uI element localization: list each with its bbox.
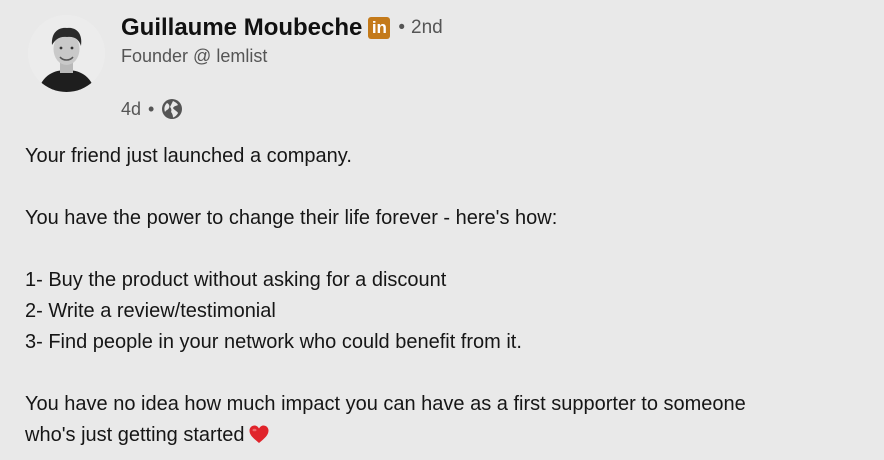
post-line: Your friend just launched a company. <box>25 145 352 167</box>
post-meta: 4d • <box>121 98 183 120</box>
post-body: Your friend just launched a company. You… <box>25 141 875 454</box>
post-line-last: who's just getting started <box>25 420 875 454</box>
post-list-item: 1- Buy the product without asking for a … <box>25 269 447 291</box>
avatar-photo <box>28 15 105 92</box>
post-list-item: 2- Write a review/testimonial <box>25 300 276 322</box>
post-time[interactable]: 4d <box>121 99 141 120</box>
author-headline: Founder @ lemlist <box>121 46 268 66</box>
linkedin-premium-badge-icon: in <box>368 17 391 39</box>
post-line: You have the power to change their life … <box>25 207 558 229</box>
meta-separator: • <box>148 98 155 119</box>
connection-degree: • 2nd <box>398 17 442 39</box>
globe-icon <box>161 98 183 120</box>
post-list-item: 3- Find people in your network who could… <box>25 331 522 353</box>
feed-post: Guillaume Moubeche in • 2nd Founder @ lem… <box>0 0 884 460</box>
red-heart-icon <box>249 423 269 454</box>
post-line-text: who's just getting started <box>25 424 245 446</box>
post-line: You have no idea how much impact you can… <box>25 393 746 415</box>
degree-label: 2nd <box>411 17 443 38</box>
degree-separator: • <box>398 17 406 38</box>
author-name-text[interactable]: Guillaume Moubeche <box>121 14 362 42</box>
avatar[interactable] <box>28 15 105 92</box>
author-name[interactable]: Guillaume Moubeche in • 2nd <box>121 14 443 42</box>
